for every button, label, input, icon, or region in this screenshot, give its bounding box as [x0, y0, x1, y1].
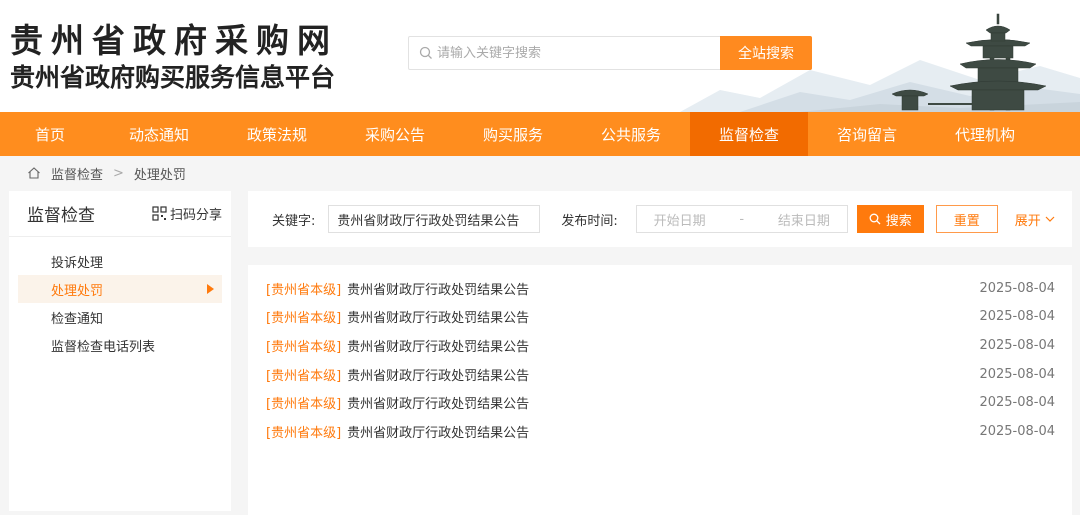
- result-date: 2025-08-04: [979, 423, 1055, 439]
- search-icon: [869, 213, 881, 225]
- sidebar-title: 监督检查: [27, 206, 95, 226]
- sidebar-item-phone-list[interactable]: 监督检查电话列表: [18, 331, 222, 359]
- result-title[interactable]: 贵州省财政厅行政处罚结果公告: [347, 422, 979, 441]
- sidebar-item-complaint[interactable]: 投诉处理: [18, 247, 222, 275]
- results-list: [贵州省本级] 贵州省财政厅行政处罚结果公告 2025-08-04 [贵州省本级] 贵…: [248, 265, 1072, 515]
- breadcrumb: 监督检查 > 处理处罚: [0, 156, 1080, 190]
- site-logo-title[interactable]: 贵州省政府采购网: [10, 14, 338, 62]
- breadcrumb-current: 处理处罚: [133, 167, 186, 183]
- region-tag: [贵州省本级]: [266, 425, 342, 441]
- result-date: 2025-08-04: [979, 280, 1055, 296]
- qr-share-button[interactable]: 扫码分享: [152, 204, 222, 223]
- start-date-input[interactable]: 开始日期: [654, 210, 706, 229]
- region-tag: [贵州省本级]: [266, 282, 342, 298]
- keyword-input[interactable]: 贵州省财政厅行政处罚结果公告: [328, 205, 541, 233]
- breadcrumb-separator: >: [113, 165, 124, 181]
- filter-bar: 关键字: 贵州省财政厅行政处罚结果公告 发布时间: 开始日期 - 结束日期 搜索…: [248, 191, 1072, 247]
- sidebar-item-inspection-notice[interactable]: 检查通知: [18, 303, 222, 331]
- result-title[interactable]: 贵州省财政厅行政处罚结果公告: [347, 336, 979, 355]
- filter-search-button[interactable]: 搜索: [856, 205, 924, 233]
- nav-item-purchase-service[interactable]: 购买服务: [454, 112, 572, 156]
- result-title[interactable]: 贵州省财政厅行政处罚结果公告: [347, 307, 979, 326]
- result-title[interactable]: 贵州省财政厅行政处罚结果公告: [347, 393, 979, 412]
- result-date: 2025-08-04: [979, 395, 1055, 411]
- filter-search-label: 搜索: [885, 213, 912, 229]
- list-item[interactable]: [贵州省本级] 贵州省财政厅行政处罚结果公告 2025-08-04: [248, 331, 1072, 360]
- search-icon: [419, 46, 432, 59]
- reset-button[interactable]: 重置: [935, 205, 998, 233]
- list-item[interactable]: [贵州省本级] 贵州省财政厅行政处罚结果公告 2025-08-04: [248, 303, 1072, 332]
- region-tag: [贵州省本级]: [266, 311, 342, 327]
- sidebar-header: 监督检查 扫码分享: [9, 191, 231, 237]
- chevron-down-icon: [1045, 216, 1055, 222]
- nav-item-consult[interactable]: 咨询留言: [808, 112, 926, 156]
- nav-item-public-service[interactable]: 公共服务: [572, 112, 690, 156]
- expand-toggle[interactable]: 展开: [1015, 210, 1055, 229]
- site-search-input[interactable]: [437, 38, 717, 68]
- region-tag: [贵州省本级]: [266, 368, 342, 384]
- list-item[interactable]: [贵州省本级] 贵州省财政厅行政处罚结果公告 2025-08-04: [248, 274, 1072, 303]
- nav-item-procurement[interactable]: 采购公告: [336, 112, 454, 156]
- caret-right-icon: [207, 284, 214, 294]
- pagoda-banner-image: [680, 13, 1080, 112]
- date-range-picker[interactable]: 开始日期 - 结束日期: [635, 205, 848, 233]
- expand-label: 展开: [1014, 213, 1041, 229]
- nav-item-home[interactable]: 首页: [0, 112, 100, 156]
- sidebar-menu: 投诉处理 处理处罚 检查通知 监督检查电话列表: [9, 237, 231, 359]
- nav-item-agency[interactable]: 代理机构: [926, 112, 1044, 156]
- result-date: 2025-08-04: [979, 366, 1055, 382]
- nav-item-news[interactable]: 动态通知: [100, 112, 218, 156]
- result-title[interactable]: 贵州省财政厅行政处罚结果公告: [347, 365, 979, 384]
- list-item[interactable]: [贵州省本级] 贵州省财政厅行政处罚结果公告 2025-08-04: [248, 417, 1072, 446]
- qr-code-icon: [152, 206, 167, 221]
- result-title[interactable]: 贵州省财政厅行政处罚结果公告: [347, 279, 979, 298]
- nav-item-supervision[interactable]: 监督检查: [690, 112, 808, 156]
- date-label: 发布时间:: [561, 213, 618, 229]
- end-date-input[interactable]: 结束日期: [778, 210, 830, 229]
- qr-share-label: 扫码分享: [169, 208, 222, 223]
- site-logo-subtitle[interactable]: 贵州省政府购买服务信息平台: [10, 58, 335, 94]
- sidebar-item-penalty[interactable]: 处理处罚: [18, 275, 222, 303]
- main-nav: 首页 动态通知 政策法规 采购公告 购买服务 公共服务 监督检查 咨询留言 代理…: [0, 112, 1080, 156]
- nav-item-policy[interactable]: 政策法规: [218, 112, 336, 156]
- site-header: 贵州省政府采购网 贵州省政府购买服务信息平台 全站搜索: [0, 0, 1080, 112]
- list-item[interactable]: [贵州省本级] 贵州省财政厅行政处罚结果公告 2025-08-04: [248, 360, 1072, 389]
- result-date: 2025-08-04: [979, 337, 1055, 353]
- region-tag: [贵州省本级]: [266, 397, 342, 413]
- date-range-dash: -: [739, 211, 745, 227]
- sidebar-item-label: 处理处罚: [51, 283, 104, 299]
- home-icon[interactable]: [27, 166, 41, 180]
- keyword-label: 关键字:: [272, 213, 316, 229]
- breadcrumb-link-supervision[interactable]: 监督检查: [51, 164, 103, 183]
- list-item[interactable]: [贵州省本级] 贵州省财政厅行政处罚结果公告 2025-08-04: [248, 388, 1072, 417]
- sidebar: 监督检查 扫码分享 投诉处理 处理处罚 检查通知 监督检查电话列表: [9, 191, 231, 511]
- result-date: 2025-08-04: [979, 309, 1055, 325]
- region-tag: [贵州省本级]: [266, 339, 342, 355]
